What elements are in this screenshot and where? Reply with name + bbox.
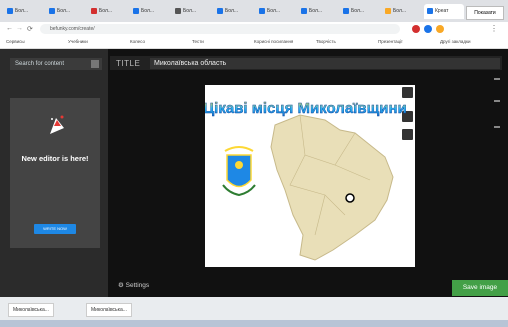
tab-favicon-icon bbox=[385, 8, 391, 14]
browser-tab[interactable]: Бол... bbox=[340, 4, 380, 19]
title-label: TITLE bbox=[116, 59, 141, 68]
browser-address-row: ← → ⟳ befunky.com/create/ ⋮ bbox=[0, 22, 508, 36]
tab-label: Бол... bbox=[57, 8, 71, 14]
promo-card: New editor is here! WRITE NOW bbox=[10, 98, 100, 248]
promo-button[interactable]: WRITE NOW bbox=[34, 224, 76, 234]
reload-icon[interactable]: ⟳ bbox=[27, 25, 33, 33]
browser-tab[interactable]: Креат bbox=[424, 4, 464, 19]
browser-tab-bar: Бол... Бол... Бол... Бол... Бол... Бол... Бол.… bbox=[0, 0, 508, 22]
extension-icon-2[interactable] bbox=[424, 25, 432, 33]
title-input[interactable]: Миколаївська область bbox=[150, 58, 500, 69]
search-icon[interactable] bbox=[91, 60, 99, 68]
extension-icon-3[interactable] bbox=[436, 25, 444, 33]
zoom-out-icon[interactable] bbox=[494, 126, 500, 128]
tab-favicon-icon bbox=[427, 8, 433, 14]
bookmark-item[interactable]: Колесо bbox=[130, 39, 145, 44]
forward-icon[interactable]: → bbox=[16, 25, 23, 32]
browser-tab[interactable]: Бол... bbox=[4, 4, 44, 19]
bookmark-item[interactable]: Учебники bbox=[68, 39, 88, 44]
tab-label: Бол... bbox=[351, 8, 365, 14]
browser-tab[interactable]: Бол... bbox=[88, 4, 128, 19]
tab-label: Бол... bbox=[183, 8, 197, 14]
browser-tab[interactable]: Бол... bbox=[46, 4, 86, 19]
bookmark-item[interactable]: Творчість bbox=[316, 39, 336, 44]
canvas-artwork: Цікаві місця Миколаївщини bbox=[203, 87, 413, 261]
menu-icon[interactable]: ⋮ bbox=[490, 24, 498, 33]
tab-label: Бол... bbox=[141, 8, 155, 14]
extension-icon[interactable] bbox=[412, 25, 420, 33]
tab-favicon-icon bbox=[91, 8, 97, 14]
tab-label: Бол... bbox=[99, 8, 113, 14]
tab-label: Бол... bbox=[393, 8, 407, 14]
tab-favicon-icon bbox=[217, 8, 223, 14]
taskbar-item[interactable]: Миколаївська... bbox=[86, 303, 132, 317]
gear-icon: ⚙ bbox=[118, 282, 126, 289]
bookmark-item[interactable]: Корисні посилання bbox=[254, 39, 293, 44]
right-rail bbox=[490, 70, 504, 150]
browser-tab[interactable]: Бол... bbox=[130, 4, 170, 19]
tab-label: Креат bbox=[435, 8, 449, 14]
zoom-in-icon[interactable] bbox=[494, 78, 500, 80]
tab-favicon-icon bbox=[301, 8, 307, 14]
bookmark-item[interactable]: Другі закладки bbox=[440, 39, 470, 44]
bookmark-item[interactable]: Презентації bbox=[378, 39, 402, 44]
tab-favicon-icon bbox=[49, 8, 55, 14]
tab-favicon-icon bbox=[343, 8, 349, 14]
region-map bbox=[270, 114, 394, 261]
address-bar[interactable]: befunky.com/create/ bbox=[40, 24, 400, 34]
search-placeholder: Search for content bbox=[15, 61, 65, 67]
save-image-button[interactable]: Save image bbox=[452, 280, 508, 296]
layers-icon[interactable] bbox=[402, 87, 413, 98]
browser-tab[interactable]: Бол... bbox=[256, 4, 296, 19]
canvas-heading: Цікаві місця Миколаївщини bbox=[205, 100, 407, 117]
resize-icon[interactable] bbox=[402, 129, 413, 140]
promo-title: New editor is here! bbox=[21, 154, 89, 163]
tab-favicon-icon bbox=[175, 8, 181, 14]
bookmark-item[interactable]: Сервисы bbox=[6, 39, 25, 44]
settings-button[interactable]: ⚙ Settings bbox=[118, 281, 149, 289]
bookmark-item[interactable]: Тести bbox=[192, 39, 204, 44]
tab-favicon-icon bbox=[133, 8, 139, 14]
tab-label: Бол... bbox=[225, 8, 239, 14]
taskbar-item[interactable]: Миколаївська... bbox=[8, 303, 54, 317]
design-canvas[interactable]: Цікаві місця Миколаївщини bbox=[203, 85, 415, 267]
search-input[interactable]: Search for content bbox=[10, 58, 102, 70]
back-icon[interactable]: ← bbox=[6, 25, 13, 32]
settings-label: Settings bbox=[125, 282, 150, 289]
tab-label: Бол... bbox=[15, 8, 29, 14]
show-all-button[interactable]: Показати bbox=[466, 6, 504, 20]
browser-tab[interactable]: Бол... bbox=[214, 4, 254, 19]
party-popper-icon bbox=[48, 114, 66, 141]
browser-tab[interactable]: Бол... bbox=[172, 4, 212, 19]
taskbar-strip bbox=[0, 320, 508, 327]
coat-of-arms-icon bbox=[222, 145, 256, 200]
location-marker-icon[interactable] bbox=[345, 193, 355, 203]
tab-favicon-icon bbox=[7, 8, 13, 14]
bookmarks-bar: Сервисы Учебники Колесо Тести Корисні посила… bbox=[0, 36, 508, 49]
tab-label: Бол... bbox=[309, 8, 323, 14]
tab-label: Бол... bbox=[267, 8, 281, 14]
tab-favicon-icon bbox=[259, 8, 265, 14]
browser-tab[interactable]: Бол... bbox=[382, 4, 422, 19]
browser-tab[interactable]: Бол... bbox=[298, 4, 338, 19]
fit-icon[interactable] bbox=[494, 100, 500, 102]
